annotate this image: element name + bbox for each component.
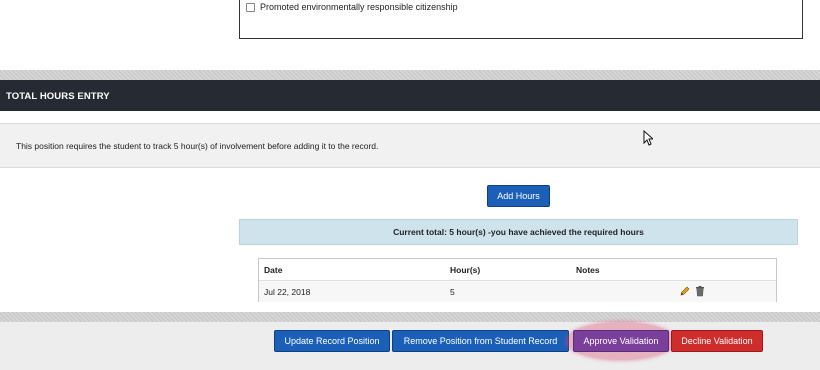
trash-icon[interactable] bbox=[694, 285, 706, 297]
current-total-banner: Current total: 5 hour(s) -you have achie… bbox=[239, 219, 798, 245]
section-divider bbox=[0, 70, 820, 80]
requirement-info-text: This position requires the student to tr… bbox=[16, 141, 379, 151]
outcomes-box: Promoted environmentally responsible cit… bbox=[239, 0, 803, 39]
requirement-info-box: This position requires the student to tr… bbox=[0, 123, 820, 168]
pencil-icon[interactable] bbox=[679, 285, 691, 297]
hours-table: Date Hour(s) Notes Jul 22, 2018 5 bbox=[258, 258, 777, 302]
update-record-position-button[interactable]: Update Record Position bbox=[274, 330, 390, 352]
add-hours-button[interactable]: Add Hours bbox=[487, 185, 550, 207]
outcome-checkbox-label: Promoted environmentally responsible cit… bbox=[260, 2, 458, 12]
decline-validation-button[interactable]: Decline Validation bbox=[671, 330, 763, 352]
column-header-notes: Notes bbox=[576, 265, 600, 275]
approve-validation-button[interactable]: Approve Validation bbox=[573, 330, 669, 352]
top-area: Promoted environmentally responsible cit… bbox=[0, 0, 820, 44]
footer-divider bbox=[0, 312, 820, 322]
cell-date: Jul 22, 2018 bbox=[264, 287, 311, 297]
section-header: TOTAL HOURS ENTRY bbox=[0, 80, 820, 111]
cell-hours: 5 bbox=[450, 287, 455, 297]
column-header-hours: Hour(s) bbox=[450, 265, 481, 275]
remove-position-button[interactable]: Remove Position from Student Record bbox=[392, 330, 569, 352]
table-row: Jul 22, 2018 5 bbox=[259, 281, 776, 302]
row-actions bbox=[679, 285, 706, 297]
column-header-date: Date bbox=[264, 265, 283, 275]
table-header-row: Date Hour(s) Notes bbox=[259, 259, 776, 281]
mouse-pointer-icon bbox=[643, 130, 653, 146]
section-title: TOTAL HOURS ENTRY bbox=[6, 91, 110, 102]
outcome-checkbox[interactable] bbox=[246, 2, 255, 12]
outcome-option[interactable]: Promoted environmentally responsible cit… bbox=[246, 2, 458, 12]
